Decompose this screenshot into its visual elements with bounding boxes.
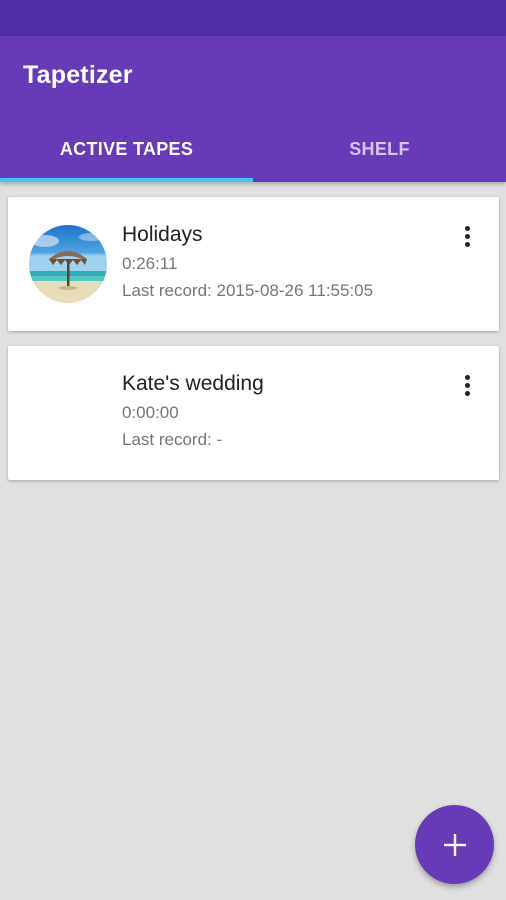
tab-label: ACTIVE TAPES (59, 139, 194, 159)
status-bar (0, 0, 506, 36)
app-title: Tapetizer (23, 61, 133, 89)
plus-icon (443, 833, 466, 856)
tape-title: Holidays (122, 223, 203, 246)
tape-card-kates-wedding[interactable]: Kate's wedding 0:00:00 Last record: - (8, 346, 499, 480)
tab-shelf[interactable]: SHELF (253, 126, 506, 182)
tab-indicator (0, 178, 253, 182)
tape-last-record: Last record: 2015-08-26 11:55:05 (122, 281, 374, 300)
tab-active-tapes[interactable]: ACTIVE TAPES (0, 126, 253, 182)
tape-title: Kate's wedding (122, 372, 264, 395)
more-vert-icon[interactable] (455, 370, 479, 400)
more-vert-icon[interactable] (455, 221, 479, 251)
add-tape-button[interactable] (415, 805, 494, 884)
tape-card-holidays[interactable]: Holidays 0:26:11 Last record: 2015-08-26… (8, 197, 499, 331)
beach-umbrella-photo (29, 225, 107, 303)
tape-last-record: Last record: - (122, 430, 223, 449)
tab-label: SHELF (349, 139, 410, 159)
tape-duration: 0:26:11 (122, 254, 178, 273)
tape-duration: 0:00:00 (122, 403, 179, 422)
app-bar: Tapetizer ACTIVE TAPES SHELF (0, 36, 506, 182)
tape-thumbnail (29, 225, 107, 303)
